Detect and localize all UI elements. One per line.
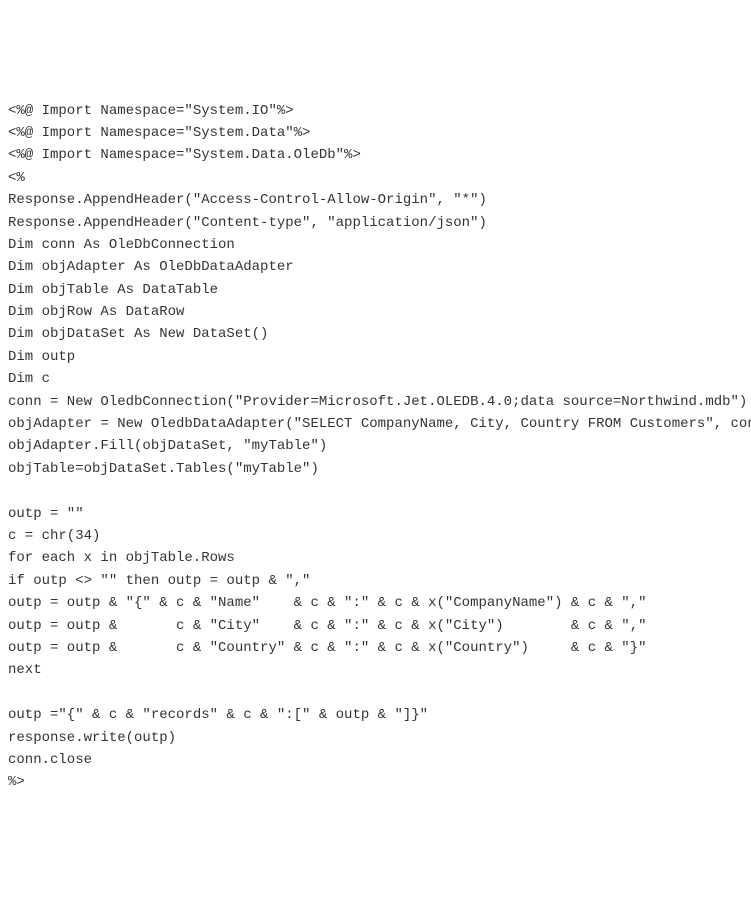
code-line: Dim conn As OleDbConnection (8, 234, 743, 256)
code-line: for each x in objTable.Rows (8, 547, 743, 569)
code-line: Dim objRow As DataRow (8, 301, 743, 323)
code-line: if outp <> "" then outp = outp & "," (8, 570, 743, 592)
code-line: response.write(outp) (8, 727, 743, 749)
code-line: <% (8, 167, 743, 189)
code-line: objTable=objDataSet.Tables("myTable") (8, 458, 743, 480)
code-line: outp = "" (8, 503, 743, 525)
code-line: objAdapter.Fill(objDataSet, "myTable") (8, 435, 743, 457)
code-line: Response.AppendHeader("Content-type", "a… (8, 212, 743, 234)
code-line: Response.AppendHeader("Access-Control-Al… (8, 189, 743, 211)
code-line: Dim objDataSet As New DataSet() (8, 323, 743, 345)
code-line: outp = outp & c & "Country" & c & ":" & … (8, 637, 743, 659)
code-line: %> (8, 771, 743, 793)
code-line: <%@ Import Namespace="System.Data.OleDb"… (8, 144, 743, 166)
code-line (8, 682, 743, 704)
code-line: <%@ Import Namespace="System.IO"%> (8, 100, 743, 122)
code-line: Dim outp (8, 346, 743, 368)
code-line: conn = New OledbConnection("Provider=Mic… (8, 391, 743, 413)
code-line: c = chr(34) (8, 525, 743, 547)
code-line: Dim objAdapter As OleDbDataAdapter (8, 256, 743, 278)
code-line (8, 480, 743, 502)
code-line: next (8, 659, 743, 681)
code-line: objAdapter = New OledbDataAdapter("SELEC… (8, 413, 743, 435)
code-line: outp ="{" & c & "records" & c & ":[" & o… (8, 704, 743, 726)
code-line: Dim c (8, 368, 743, 390)
code-block: <%@ Import Namespace="System.IO"%><%@ Im… (8, 100, 743, 794)
code-line: <%@ Import Namespace="System.Data"%> (8, 122, 743, 144)
code-line: outp = outp & "{" & c & "Name" & c & ":"… (8, 592, 743, 614)
code-line: outp = outp & c & "City" & c & ":" & c &… (8, 615, 743, 637)
code-line: Dim objTable As DataTable (8, 279, 743, 301)
code-line: conn.close (8, 749, 743, 771)
